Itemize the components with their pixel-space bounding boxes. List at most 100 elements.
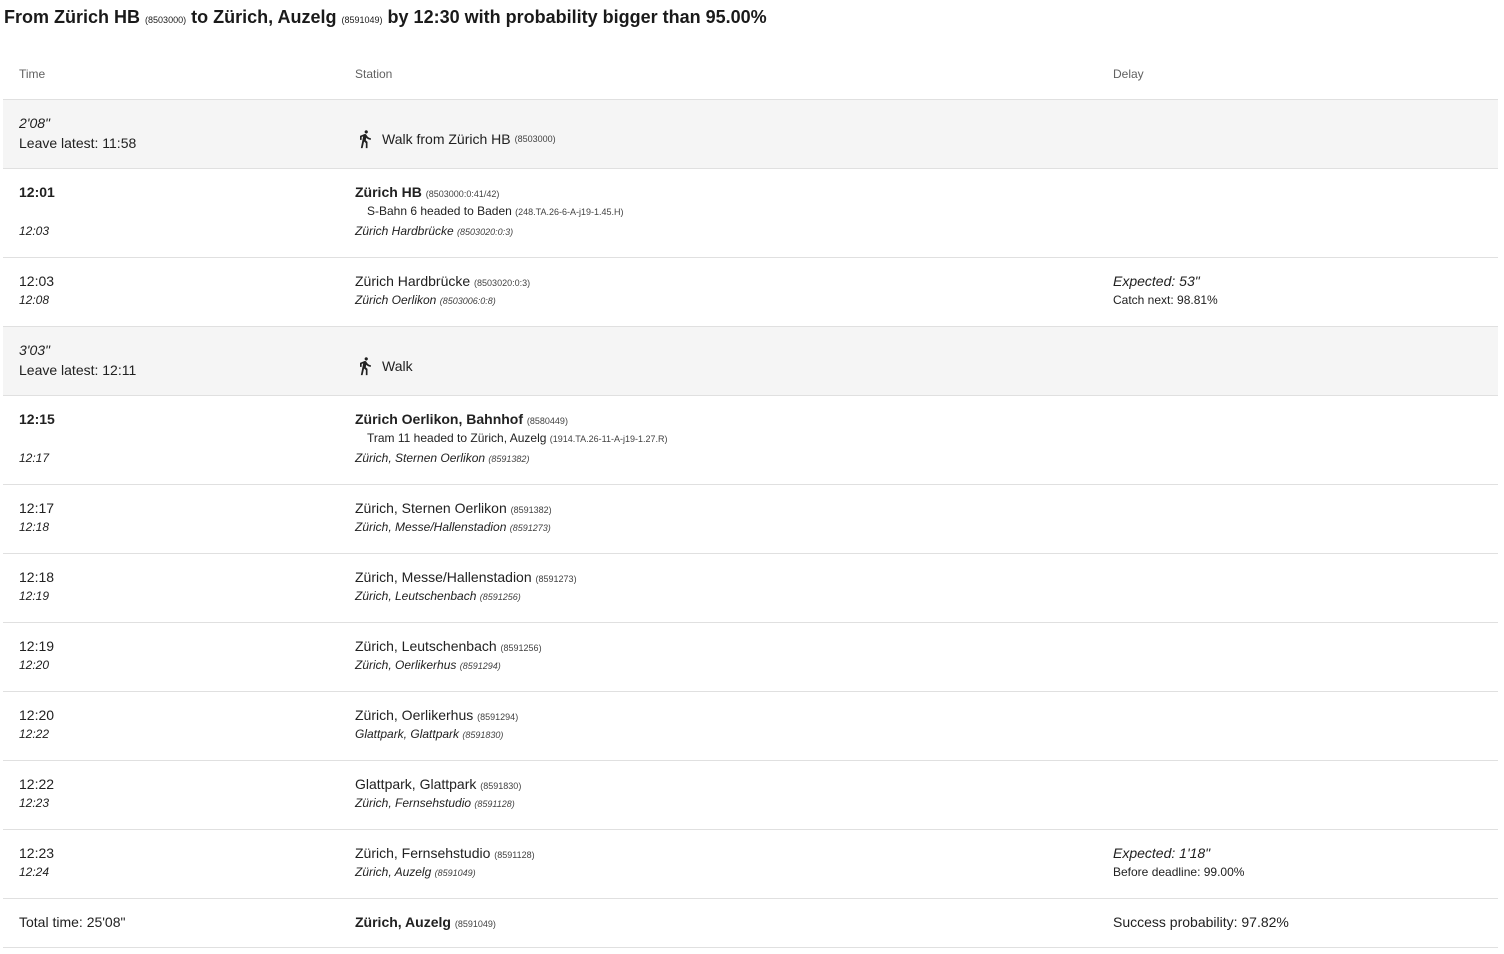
next-station-label: Zürich, Oerlikerhus	[355, 658, 457, 672]
walk-cell: Walk	[355, 354, 413, 378]
station-name: Zürich, Oerlikerhus (8591294)	[355, 707, 518, 723]
next-station-label: Zürich, Auzelg	[355, 865, 432, 879]
segment-row: 12:23 12:24 Zürich, Fernsehstudio (85911…	[3, 830, 1498, 899]
next-station-code: (8591128)	[474, 799, 515, 809]
next-station: Zürich Hardbrücke (8503020:0:3)	[355, 224, 513, 238]
segment-row: 12:03 12:08 Zürich Hardbrücke (8503020:0…	[3, 258, 1498, 327]
station-code: (8591294)	[477, 712, 519, 722]
arrival-time: 12:19	[19, 589, 50, 603]
arrival-time: 12:17	[19, 451, 50, 465]
station-name: Zürich, Leutschenbach (8591256)	[355, 638, 542, 654]
segment-row: 12:17 12:18 Zürich, Sternen Oerlikon (85…	[3, 485, 1498, 554]
final-station: Zürich, Auzelg (8591049)	[355, 914, 496, 930]
next-station-label: Zürich Oerlikon	[355, 293, 437, 307]
title-destination: Zürich, Auzelg	[213, 7, 337, 27]
walk-icon	[360, 130, 371, 149]
station-label: Zürich Hardbrücke	[355, 273, 471, 289]
total-time: Total time: 25'08"	[19, 914, 126, 930]
expected-delay: Expected: 1'18"	[1113, 845, 1211, 861]
route-info: Tram 11 headed to Zürich, Auzelg (1914.T…	[367, 431, 668, 445]
walk-row: 3'03" Leave latest: 12:11 Walk	[3, 327, 1498, 396]
next-station-label: Zürich, Sternen Oerlikon	[355, 451, 486, 465]
walk-duration: 3'03"	[19, 342, 51, 358]
title-suffix: by 12:30 with probability bigger than 95…	[387, 7, 767, 27]
route-info: S-Bahn 6 headed to Baden (248.TA.26-6-A-…	[367, 204, 624, 218]
walk-cell: Walk from Zürich HB (8503000)	[355, 127, 556, 151]
arrival-time: 12:23	[19, 796, 50, 810]
final-station-code: (8591049)	[454, 919, 496, 929]
walk-row: 2'08" Leave latest: 11:58 Walk from Züri…	[3, 100, 1498, 169]
route-label: S-Bahn 6 headed to Baden	[367, 204, 512, 218]
title-to: to	[191, 7, 209, 27]
arrival-time: 12:08	[19, 293, 50, 307]
station-name: Zürich HB (8503000:0:41/42)	[355, 184, 499, 200]
next-station: Zürich, Fernsehstudio (8591128)	[355, 796, 515, 810]
segment-row: 12:18 12:19 Zürich, Messe/Hallenstadion …	[3, 554, 1498, 623]
next-station-code: (8503006:0:8)	[439, 296, 496, 306]
next-station-code: (8591382)	[488, 454, 530, 464]
station-label: Zürich, Messe/Hallenstadion	[355, 569, 532, 585]
title-origin-code: (8503000)	[145, 15, 187, 25]
title-destination-code: (8591049)	[341, 15, 383, 25]
station-code: (8591256)	[500, 643, 542, 653]
success-probability: Success probability: 97.82%	[1113, 914, 1289, 930]
next-station-label: Zürich, Fernsehstudio	[355, 796, 472, 810]
station-code: (8503020:0:3)	[474, 278, 531, 288]
title-from: From	[4, 7, 49, 27]
walk-duration: 2'08"	[19, 115, 51, 131]
departure-time: 12:23	[19, 845, 55, 861]
arrival-time: 12:20	[19, 658, 50, 672]
walk-label: Walk from Zürich HB	[382, 131, 511, 147]
column-header-time: Time	[19, 67, 46, 81]
station-label: Zürich, Leutschenbach	[355, 638, 497, 654]
station-name: Zürich, Sternen Oerlikon (8591382)	[355, 500, 552, 516]
departure-time: 12:18	[19, 569, 55, 585]
next-station-code: (8591294)	[459, 661, 501, 671]
table-header: Time Station Delay	[3, 51, 1498, 100]
departure-time: 12:03	[19, 273, 55, 289]
next-station-label: Zürich, Messe/Hallenstadion	[355, 520, 507, 534]
walk-code: (8503000)	[514, 134, 556, 144]
arrival-time: 12:22	[19, 727, 50, 741]
station-label: Glattpark, Glattpark	[355, 776, 477, 792]
ride-row: 12:01 12:03 Zürich HB (8503000:0:41/42) …	[3, 169, 1498, 258]
station-name: Zürich, Messe/Hallenstadion (8591273)	[355, 569, 577, 585]
total-row: Total time: 25'08" Zürich, Auzelg (85910…	[3, 899, 1498, 948]
departure-time: 12:22	[19, 776, 55, 792]
title-origin: Zürich HB	[54, 7, 141, 27]
departure-time: 12:20	[19, 707, 55, 723]
station-label: Zürich Oerlikon, Bahnhof	[355, 411, 524, 427]
segment-row: 12:20 12:22 Zürich, Oerlikerhus (8591294…	[3, 692, 1498, 761]
leave-latest: Leave latest: 12:11	[19, 362, 137, 378]
segment-row: 12:19 12:20 Zürich, Leutschenbach (85912…	[3, 623, 1498, 692]
next-station-code: (8591049)	[434, 868, 476, 878]
next-station-code: (8503020:0:3)	[457, 227, 514, 237]
next-station-code: (8591830)	[462, 730, 504, 740]
next-station: Zürich, Sternen Oerlikon (8591382)	[355, 451, 529, 465]
walk-icon	[360, 357, 371, 376]
station-label: Zürich HB	[355, 184, 422, 200]
station-label: Zürich, Fernsehstudio	[355, 845, 491, 861]
walk-label: Walk	[382, 358, 413, 374]
next-station: Zürich Oerlikon (8503006:0:8)	[355, 293, 496, 307]
route-code: (1914.TA.26-11-A-j19-1.27.R)	[549, 434, 668, 444]
catch-next-probability: Catch next: 98.81%	[1113, 293, 1218, 307]
next-station: Zürich, Auzelg (8591049)	[355, 865, 476, 879]
next-station-label: Zürich Hardbrücke	[355, 224, 454, 238]
next-station-code: (8591273)	[509, 523, 551, 533]
station-code: (8591273)	[535, 574, 577, 584]
station-code: (8503000:0:41/42)	[425, 189, 500, 199]
station-name: Zürich Hardbrücke (8503020:0:3)	[355, 273, 530, 289]
station-label: Zürich, Oerlikerhus	[355, 707, 474, 723]
station-code: (8591830)	[480, 781, 522, 791]
column-header-station: Station	[355, 67, 393, 81]
station-name: Glattpark, Glattpark (8591830)	[355, 776, 521, 792]
page-title: From Zürich HB (8503000) to Zürich, Auze…	[4, 7, 767, 28]
arrival-time: 12:24	[19, 865, 50, 879]
route-label: Tram 11 headed to Zürich, Auzelg	[367, 431, 547, 445]
departure-time: 12:01	[19, 184, 55, 200]
station-name: Zürich, Fernsehstudio (8591128)	[355, 845, 535, 861]
next-station-label: Zürich, Leutschenbach	[355, 589, 477, 603]
station-label: Zürich, Sternen Oerlikon	[355, 500, 507, 516]
arrival-time: 12:18	[19, 520, 50, 534]
